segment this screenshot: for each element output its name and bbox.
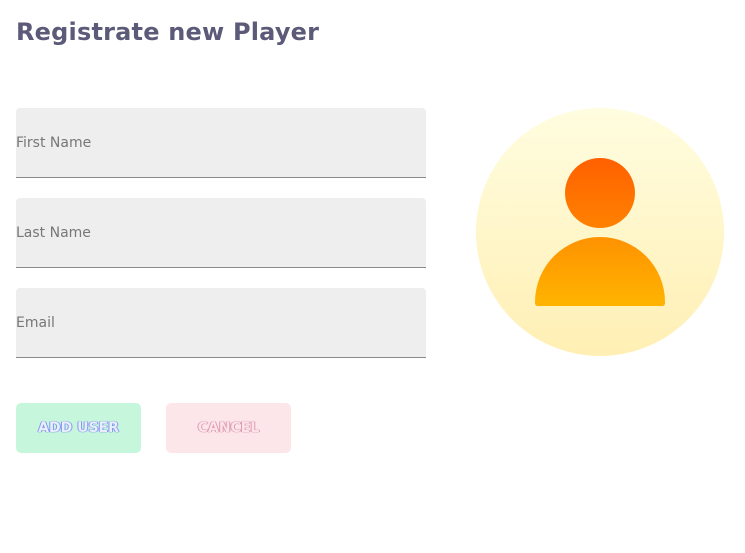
email-field[interactable]: [16, 288, 426, 358]
avatar-body: [535, 237, 665, 306]
cancel-button[interactable]: CANCEL: [166, 403, 291, 453]
last-name-input[interactable]: [16, 198, 426, 267]
add-user-button[interactable]: ADD USER: [16, 403, 141, 453]
first-name-input[interactable]: [16, 108, 426, 177]
user-avatar-icon: [535, 158, 665, 306]
last-name-field[interactable]: [16, 198, 426, 268]
first-name-field[interactable]: [16, 108, 426, 178]
page-title: Registrate new Player: [16, 18, 320, 46]
email-input[interactable]: [16, 288, 426, 357]
avatar: [476, 108, 724, 356]
avatar-head: [565, 158, 635, 228]
